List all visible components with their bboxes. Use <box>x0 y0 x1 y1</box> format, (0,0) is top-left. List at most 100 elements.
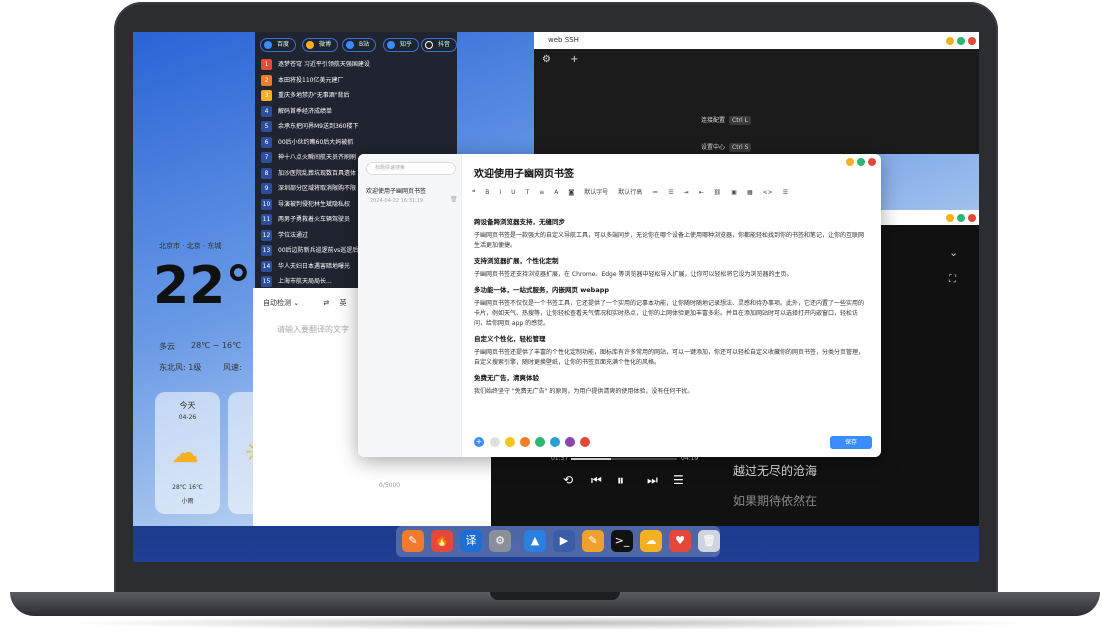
hot-rank: 11 <box>261 214 272 225</box>
hot-title: 加沙医院乱葬坑现数百具遗体 <box>278 169 357 177</box>
repeat-icon[interactable]: ⟲ <box>563 473 573 487</box>
dock-app-icon[interactable]: ✎ <box>402 530 424 552</box>
hot-rank: 12 <box>261 229 272 241</box>
playlist-icon[interactable]: ☰ <box>673 473 684 487</box>
toolbar-button[interactable]: A <box>554 189 558 196</box>
toolbar-button[interactable]: 默认行高 <box>618 189 642 196</box>
toolbar-button[interactable]: ≔ <box>652 189 658 196</box>
minimize-button[interactable] <box>946 37 954 45</box>
toolbar-button[interactable]: ▣ <box>731 189 737 196</box>
fullscreen-icon[interactable]: ⛶ <box>949 274 956 285</box>
dock-app-icon[interactable]: ⚙ <box>489 530 511 552</box>
weather-city[interactable]: 北京市 · 北京 · 东城 <box>159 241 221 251</box>
color-swatch[interactable] <box>520 437 530 447</box>
note-item-title[interactable]: 欢迎使用子幽网页书签 <box>366 186 426 195</box>
close-button[interactable] <box>968 214 976 222</box>
rain-cloud-icon: ☁ <box>171 436 199 469</box>
hot-item[interactable]: 3 重庆多地禁办"无事酒"背后 <box>261 88 457 104</box>
plus-icon[interactable]: + <box>570 54 578 65</box>
dock-app-icon[interactable]: ☁ <box>640 530 662 552</box>
pause-icon[interactable]: ⏸ <box>617 473 624 489</box>
toolbar-button[interactable]: ☰ <box>783 189 788 196</box>
section-paragraph: 子幽网页书签还提供了丰富的个性化定制功能，图标库有许多常用的网站，可以一键添加，… <box>474 349 865 366</box>
dock-app-icon[interactable]: ✎ <box>582 530 604 552</box>
baidu-icon <box>264 41 272 49</box>
hot-title: 解码首季经济成绩单 <box>278 107 333 115</box>
next-icon[interactable]: ⏭ <box>647 473 658 488</box>
color-swatch[interactable] <box>580 437 590 447</box>
color-swatch[interactable] <box>505 437 515 447</box>
hot-item[interactable]: 1 逐梦苍穹 习近平引领航天强国建设 <box>261 57 457 73</box>
dock-app-icon[interactable]: >_ <box>611 530 633 552</box>
hot-item[interactable]: 6 00后小伙约瞧60后大妈被抓 <box>261 135 457 151</box>
toolbar-button[interactable]: I <box>499 189 501 196</box>
toolbar-button[interactable]: U <box>511 189 515 196</box>
dock-app-icon[interactable]: 译 <box>460 530 482 552</box>
toolbar-button[interactable]: ⇤ <box>699 189 704 196</box>
color-swatch[interactable] <box>550 437 560 447</box>
minimize-button[interactable] <box>946 214 954 222</box>
bilibili-icon <box>346 41 354 49</box>
tab-baidu[interactable]: 百度 <box>260 38 297 52</box>
toolbar-button[interactable]: B <box>485 189 489 196</box>
maximize-button[interactable] <box>857 158 865 166</box>
hot-item[interactable]: 5 余承东把问界M9送到360楼下 <box>261 119 457 135</box>
dock-app-icon[interactable]: ▶ <box>553 530 575 552</box>
save-button[interactable]: 保存 <box>830 436 872 449</box>
notes-search-input[interactable]: 标题快速搜索 <box>366 162 456 175</box>
toolbar-button[interactable]: ◙ <box>568 189 574 196</box>
laptop-shadow <box>60 616 1040 630</box>
section-paragraph: 子幽网页书签还支持浏览器扩展，在 Chrome、Edge 等浏览器中轻松导入扩展… <box>474 271 793 278</box>
maximize-button[interactable] <box>957 214 965 222</box>
douyin-icon <box>425 41 433 49</box>
add-icon[interactable]: + <box>474 437 484 447</box>
color-swatch[interactable] <box>565 437 575 447</box>
editor-content[interactable]: 跨设备跨浏览器支持，无缝同步 子幽网页书签是一款强大的自定义导航工具，可以多端同步… <box>474 212 869 432</box>
tab-weibo[interactable]: 微博 <box>302 38 339 52</box>
toolbar-button[interactable]: ❝ <box>472 189 475 196</box>
gear-icon[interactable]: ⚙ <box>542 54 551 65</box>
hot-rank: 9 <box>261 183 272 194</box>
swap-icon[interactable]: ⇄ <box>323 299 329 307</box>
hot-item[interactable]: 2 本田将投110亿美元建厂 <box>261 73 457 89</box>
section-heading: 支持浏览器扩展，个性化定制 <box>474 257 559 265</box>
maximize-button[interactable] <box>957 37 965 45</box>
tab-douyin[interactable]: 抖音 <box>421 38 457 52</box>
toolbar-button[interactable]: ▦ <box>747 189 753 196</box>
toolbar-button[interactable]: ≡ <box>539 189 544 196</box>
minimize-button[interactable] <box>846 158 854 166</box>
toolbar-button[interactable]: T <box>526 189 530 196</box>
note-title[interactable]: 欢迎使用子幽网页书签 <box>474 165 574 180</box>
tab-zhihu[interactable]: 知乎 <box>383 38 420 52</box>
toolbar-button[interactable]: ⛓ <box>714 189 722 196</box>
toolbar-button[interactable]: 默认字号 <box>584 189 608 196</box>
source-language-select[interactable]: 自动检测 ⌄ ⇄ 英 <box>263 298 346 308</box>
notes-window: 标题快速搜索 欢迎使用子幽网页书签 2024-04-22 16:31:19 🗑 … <box>358 154 881 457</box>
chevron-down-icon[interactable]: ⌄ <box>949 246 958 259</box>
dock-app-icon[interactable]: ♥ <box>669 530 691 552</box>
dock: ✎ 🔥 译 ⚙ ▲ ▶ ✎ >_ ☁ ♥ 🗑 <box>396 526 720 557</box>
color-swatch[interactable] <box>490 437 500 447</box>
ssh-menu-settings[interactable]: 设置中心 Ctrl S <box>701 142 752 152</box>
hot-rank: 1 <box>261 59 272 70</box>
translate-input[interactable]: 请输入要翻译的文字 <box>277 324 349 335</box>
previous-icon[interactable]: ⏮ <box>591 473 602 488</box>
tab-bilibili[interactable]: B站 <box>342 38 377 52</box>
toolbar-button[interactable]: <> <box>763 189 773 196</box>
toolbar-button[interactable]: ⇥ <box>684 189 689 196</box>
trash-icon[interactable]: 🗑 <box>450 196 458 203</box>
color-swatch[interactable] <box>535 437 545 447</box>
hot-rank: 14 <box>261 260 272 272</box>
close-button[interactable] <box>968 37 976 45</box>
toolbar-button[interactable]: ☰ <box>668 189 673 196</box>
progress-bar[interactable] <box>571 458 677 460</box>
ssh-menu-connect[interactable]: 连接配置 Ctrl L <box>701 115 751 125</box>
section-heading: 自定义个性化，轻松管理 <box>474 335 546 343</box>
dock-app-icon[interactable]: ▲ <box>524 530 546 552</box>
hot-title: 导演被判侵犯林生斌隐私权 <box>278 200 351 208</box>
dock-app-icon[interactable]: 🗑 <box>698 530 720 552</box>
dock-app-icon[interactable]: 🔥 <box>431 530 453 552</box>
hot-title: 重庆多地禁办"无事酒"背后 <box>278 92 350 99</box>
close-button[interactable] <box>868 158 876 166</box>
hot-item[interactable]: 4 解码首季经济成绩单 <box>261 104 457 120</box>
